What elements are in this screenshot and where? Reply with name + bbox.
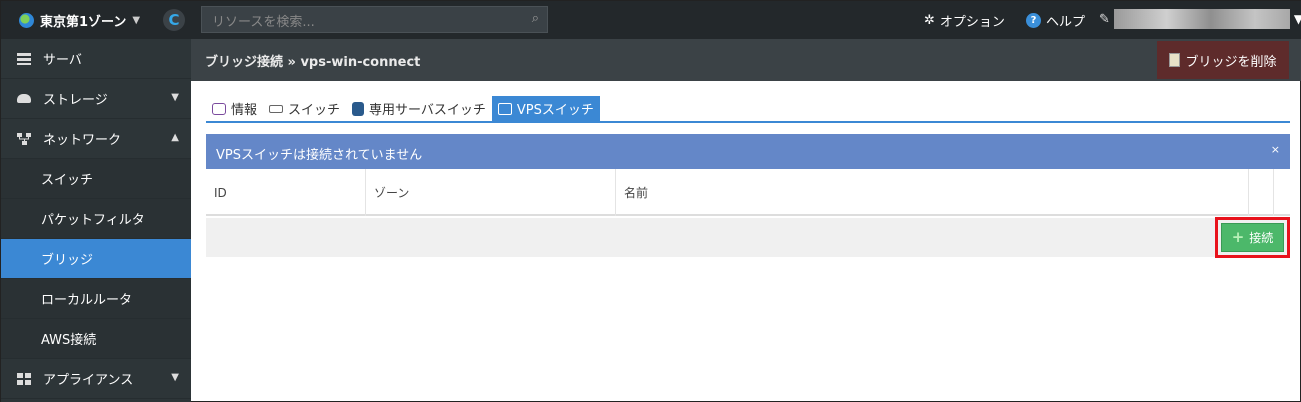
connect-button[interactable]: + 接続 <box>1221 223 1284 252</box>
caret-down-icon: ▼ <box>1293 12 1301 26</box>
search-placeholder: リソースを検索... <box>212 15 315 30</box>
chevron-down-icon: ▼ <box>171 92 179 103</box>
delete-bridge-button[interactable]: ブリッジを削除 <box>1157 41 1289 79</box>
switch-icon <box>269 104 284 113</box>
sidebar-item-label: パケットフィルタ <box>41 213 145 228</box>
table-header: ID ゾーン 名前 <box>206 169 1290 216</box>
alert-message: VPSスイッチは接続されていません <box>216 148 423 163</box>
sidebar-item-network[interactable]: ネットワーク ▲ <box>1 119 191 159</box>
sidebar-item-switch[interactable]: スイッチ <box>1 159 191 199</box>
sidebar-item-label: AWS接続 <box>41 333 97 348</box>
tab-bar: 情報 スイッチ 専用サーバスイッチ VPSスイッチ <box>206 96 1290 123</box>
feather-icon: ✎ <box>1099 11 1110 27</box>
connect-button-highlight: + 接続 <box>1215 217 1290 258</box>
sidebar-item-aws-connect[interactable]: AWS接続 <box>1 319 191 359</box>
sidebar-item-bridge[interactable]: ブリッジ <box>1 239 191 279</box>
sidebar-item-label: ネットワーク <box>43 133 122 148</box>
tab-info[interactable]: 情報 <box>206 96 263 121</box>
column-header-zone[interactable]: ゾーン <box>366 169 616 216</box>
network-icon <box>17 132 31 145</box>
caret-down-icon: ▼ <box>132 15 141 26</box>
options-label: オプション <box>939 15 1005 30</box>
storage-icon <box>17 94 31 103</box>
sidebar-item-packet-filter[interactable]: パケットフィルタ <box>1 199 191 239</box>
zone-label: 東京第1ゾーン <box>40 15 127 30</box>
sidebar-item-label: ブリッジ <box>41 253 94 268</box>
tab-dedicated-server-switch[interactable]: 専用サーバスイッチ <box>346 96 492 121</box>
tab-label: VPSスイッチ <box>516 103 594 118</box>
gear-icon: ✲ <box>924 13 935 28</box>
refresh-icon[interactable]: C <box>163 9 185 31</box>
breadcrumb: ブリッジ接続 » vps-win-connect <box>205 55 421 70</box>
sidebar-item-label: スイッチ <box>41 173 94 188</box>
plus-icon: + <box>1231 228 1245 246</box>
search-input[interactable]: リソースを検索... ⌕ <box>201 6 548 33</box>
tab-label: 専用サーバスイッチ <box>369 103 486 118</box>
delete-bridge-label: ブリッジを削除 <box>1185 54 1277 70</box>
zone-selector[interactable]: 東京第1ゾーン ▼ <box>19 11 140 30</box>
sidebar-item-label: アプライアンス <box>43 373 134 388</box>
dedicated-server-icon <box>352 101 365 116</box>
help-label: ヘルプ <box>1046 15 1086 30</box>
globe-icon <box>19 13 34 28</box>
chevron-up-icon: ▲ <box>171 132 179 143</box>
connect-label: 接続 <box>1249 231 1274 245</box>
status-alert: VPSスイッチは接続されていません × <box>206 134 1290 169</box>
tab-vps-switch[interactable]: VPSスイッチ <box>491 96 600 121</box>
tab-label: スイッチ <box>288 103 341 118</box>
vps-switch-icon <box>497 102 512 115</box>
options-button[interactable]: ✲ オプション <box>924 11 1005 30</box>
column-header-name[interactable]: 名前 <box>616 169 1249 216</box>
tab-label: 情報 <box>231 103 258 118</box>
chevron-down-icon: ▼ <box>171 372 179 383</box>
document-icon <box>1169 53 1181 67</box>
sidebar-item-local-router[interactable]: ローカルルータ <box>1 279 191 319</box>
search-icon[interactable]: ⌕ <box>532 11 539 26</box>
grid-icon <box>17 372 31 385</box>
column-header-extra <box>1249 169 1274 216</box>
sidebar-item-label: サーバ <box>43 53 82 68</box>
table-footer <box>206 218 1290 257</box>
sidebar-item-server[interactable]: サーバ <box>1 39 191 79</box>
user-menu[interactable]: ✎ ▼ <box>1099 9 1301 29</box>
user-name-redacted <box>1113 9 1290 29</box>
column-header-id[interactable]: ID <box>206 169 366 216</box>
top-bar: 東京第1ゾーン ▼ C リソースを検索... ⌕ ✲ オプション ? ヘルプ ✎… <box>1 1 1301 39</box>
sidebar-item-storage[interactable]: ストレージ ▼ <box>1 79 191 119</box>
tab-switch[interactable]: スイッチ <box>263 96 346 121</box>
server-icon <box>17 52 31 65</box>
sidebar-item-label: ローカルルータ <box>41 293 133 308</box>
help-button[interactable]: ? ヘルプ <box>1026 11 1085 30</box>
close-icon[interactable]: × <box>1271 143 1280 156</box>
help-icon: ? <box>1026 13 1041 28</box>
sidebar-item-label: ストレージ <box>43 93 108 108</box>
sidebar: サーバ ストレージ ▼ ネットワーク ▲ スイッチ パケットフィルタ ブリッジ … <box>1 39 191 402</box>
breadcrumb-bar: ブリッジ接続 » vps-win-connect ブリッジを削除 <box>191 39 1301 81</box>
info-icon <box>212 102 226 115</box>
sidebar-item-appliance[interactable]: アプライアンス ▼ <box>1 359 191 399</box>
